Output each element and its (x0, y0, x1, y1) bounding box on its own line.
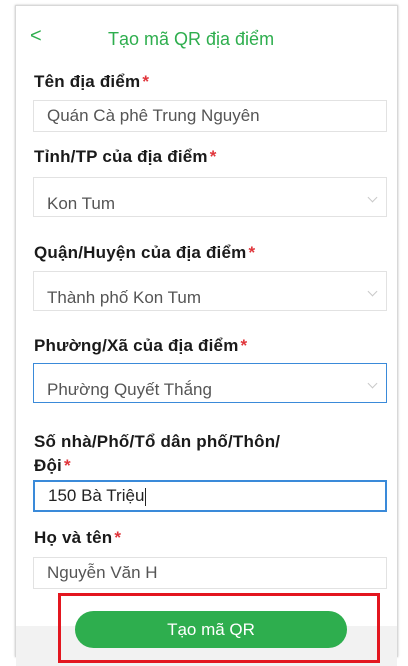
required-mark: * (63, 456, 71, 475)
required-mark: * (209, 147, 217, 166)
chevron-down-icon (367, 286, 378, 297)
ward-select[interactable]: Phường Quyết Thắng (33, 363, 387, 403)
required-mark: * (240, 336, 248, 355)
required-mark: * (142, 72, 150, 91)
address-input[interactable]: 150 Bà Triệu (33, 480, 387, 512)
ward-value: Phường Quyết Thắng (47, 380, 212, 399)
full-name-label-text: Họ và tên (34, 528, 113, 547)
page-title: Tạo mã QR địa điểm (108, 29, 275, 49)
header: < Tạo mã QR địa điểm (16, 22, 397, 52)
place-name-label-text: Tên địa điểm (34, 72, 141, 91)
ward-label-text: Phường/Xã của địa điểm (34, 336, 239, 355)
address-label-line2: Đội (34, 456, 62, 475)
province-label: Tỉnh/TP của địa điểm * (34, 147, 217, 167)
district-value: Thành phố Kon Tum (47, 288, 202, 307)
place-name-input[interactable]: Quán Cà phê Trung Nguyên (33, 100, 387, 132)
address-label: Số nhà/Phố/Tổ dân phố/Thôn/ Đội * (34, 430, 280, 478)
full-name-input[interactable]: Nguyễn Văn H (33, 557, 387, 589)
create-qr-button[interactable]: Tạo mã QR (75, 611, 347, 648)
chevron-down-icon (367, 378, 378, 389)
province-value: Kon Tum (47, 194, 116, 213)
province-label-text: Tỉnh/TP của địa điểm (34, 147, 208, 166)
chevron-down-icon (367, 192, 378, 203)
required-mark: * (248, 243, 256, 262)
app-screen: < Tạo mã QR địa điểm Tên địa điểm * Quán … (15, 5, 398, 666)
ward-label: Phường/Xã của địa điểm * (34, 336, 247, 356)
text-caret (145, 487, 147, 506)
district-select[interactable]: Thành phố Kon Tum (33, 271, 387, 311)
district-label: Quận/Huyện của địa điểm * (34, 243, 255, 263)
address-label-line1: Số nhà/Phố/Tổ dân phố/Thôn/ (34, 432, 281, 451)
full-name-label: Họ và tên * (34, 528, 121, 548)
address-value: 150 Bà Triệu (48, 486, 145, 505)
place-name-label: Tên địa điểm * (34, 72, 149, 92)
required-mark: * (114, 528, 122, 547)
province-select[interactable]: Kon Tum (33, 177, 387, 217)
back-chevron-icon[interactable]: < (30, 26, 42, 46)
district-label-text: Quận/Huyện của địa điểm (34, 243, 247, 262)
